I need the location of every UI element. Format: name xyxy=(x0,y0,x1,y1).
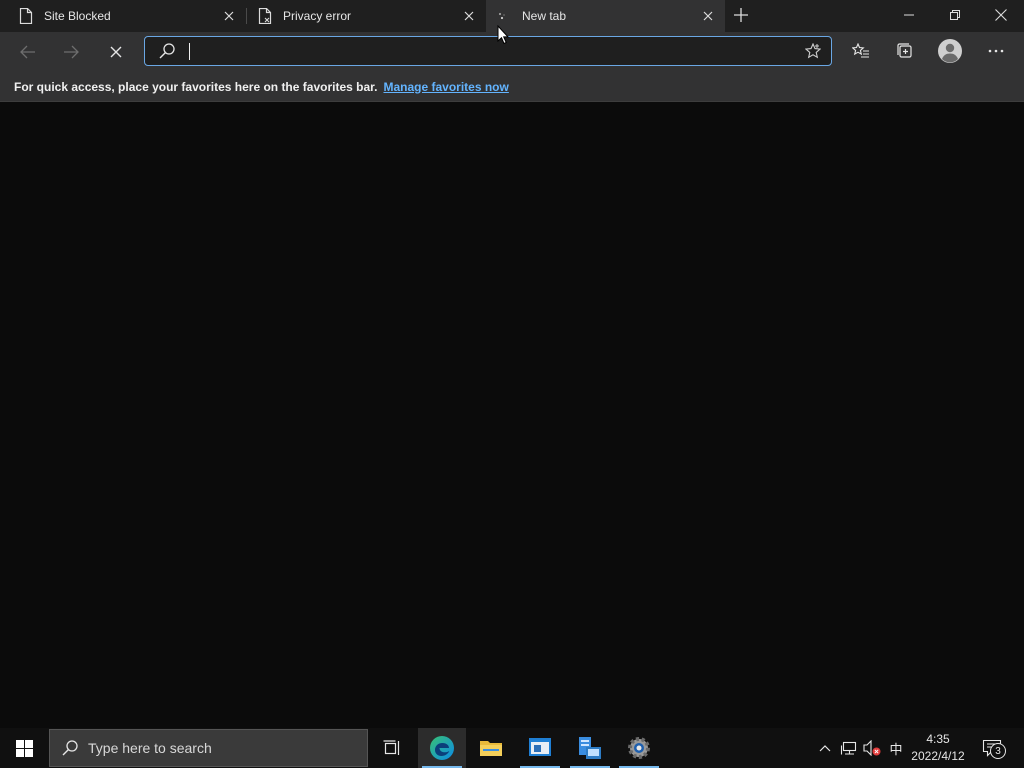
notification-count-badge: 3 xyxy=(990,743,1006,759)
network-icon[interactable] xyxy=(838,728,860,768)
close-icon[interactable] xyxy=(222,9,236,23)
chevron-up-icon[interactable] xyxy=(814,728,836,768)
page-content xyxy=(0,103,1024,728)
search-icon xyxy=(62,740,78,756)
taskbar: Type here to search 中 4:35 2022/4/12 3 xyxy=(0,728,1024,768)
tab-site-blocked[interactable]: Site Blocked xyxy=(0,0,246,32)
address-input[interactable] xyxy=(191,40,791,62)
plus-icon[interactable] xyxy=(730,4,752,26)
tab-title: Privacy error xyxy=(283,9,352,23)
volume-muted-icon[interactable] xyxy=(861,728,883,768)
taskbar-search-placeholder: Type here to search xyxy=(88,740,212,756)
collections-icon[interactable] xyxy=(890,36,920,66)
edge-icon[interactable] xyxy=(418,728,466,768)
clock-time: 4:35 xyxy=(926,732,950,746)
app-window-icon[interactable] xyxy=(516,728,564,768)
favorites-bar-message: For quick access, place your favorites h… xyxy=(14,79,378,94)
back-arrow-icon[interactable] xyxy=(12,36,44,68)
restore-icon[interactable] xyxy=(932,0,978,30)
tab-strip: Site Blocked Privacy error New tab xyxy=(0,0,1024,32)
forward-arrow-icon[interactable] xyxy=(55,36,87,68)
star-icon[interactable] xyxy=(804,42,822,64)
loading-spinner-icon xyxy=(494,8,510,24)
ime-indicator[interactable]: 中 xyxy=(884,728,908,768)
address-bar[interactable] xyxy=(144,36,832,66)
favorites-bar: For quick access, place your favorites h… xyxy=(0,72,1024,102)
tab-title: New tab xyxy=(522,9,567,23)
mouse-cursor-icon xyxy=(497,24,510,50)
close-icon[interactable] xyxy=(701,9,715,23)
system-clock[interactable]: 4:35 2022/4/12 xyxy=(908,731,968,765)
manage-favorites-link[interactable]: Manage favorites now xyxy=(383,80,508,94)
tab-title: Site Blocked xyxy=(44,9,111,23)
close-icon[interactable] xyxy=(462,9,476,23)
tab-new-tab[interactable]: New tab xyxy=(486,0,725,32)
task-view-icon[interactable] xyxy=(368,728,416,768)
page-icon xyxy=(18,8,34,24)
tab-privacy-error[interactable]: Privacy error xyxy=(247,0,486,32)
page-error-icon xyxy=(257,8,273,24)
search-icon xyxy=(159,43,175,64)
profile-avatar-icon[interactable] xyxy=(935,36,965,66)
more-dots-icon[interactable] xyxy=(981,36,1011,66)
favorites-list-icon[interactable] xyxy=(846,36,876,66)
windows-logo-icon[interactable] xyxy=(0,728,48,768)
folder-icon[interactable] xyxy=(467,728,515,768)
minimize-icon[interactable] xyxy=(886,0,932,30)
gear-icon[interactable] xyxy=(615,728,663,768)
close-icon[interactable] xyxy=(978,0,1024,30)
server-manager-icon[interactable] xyxy=(566,728,614,768)
clock-date: 2022/4/12 xyxy=(911,749,965,763)
text-caret xyxy=(189,43,190,60)
stop-x-icon[interactable] xyxy=(100,36,132,68)
taskbar-search-box[interactable]: Type here to search xyxy=(49,729,368,767)
